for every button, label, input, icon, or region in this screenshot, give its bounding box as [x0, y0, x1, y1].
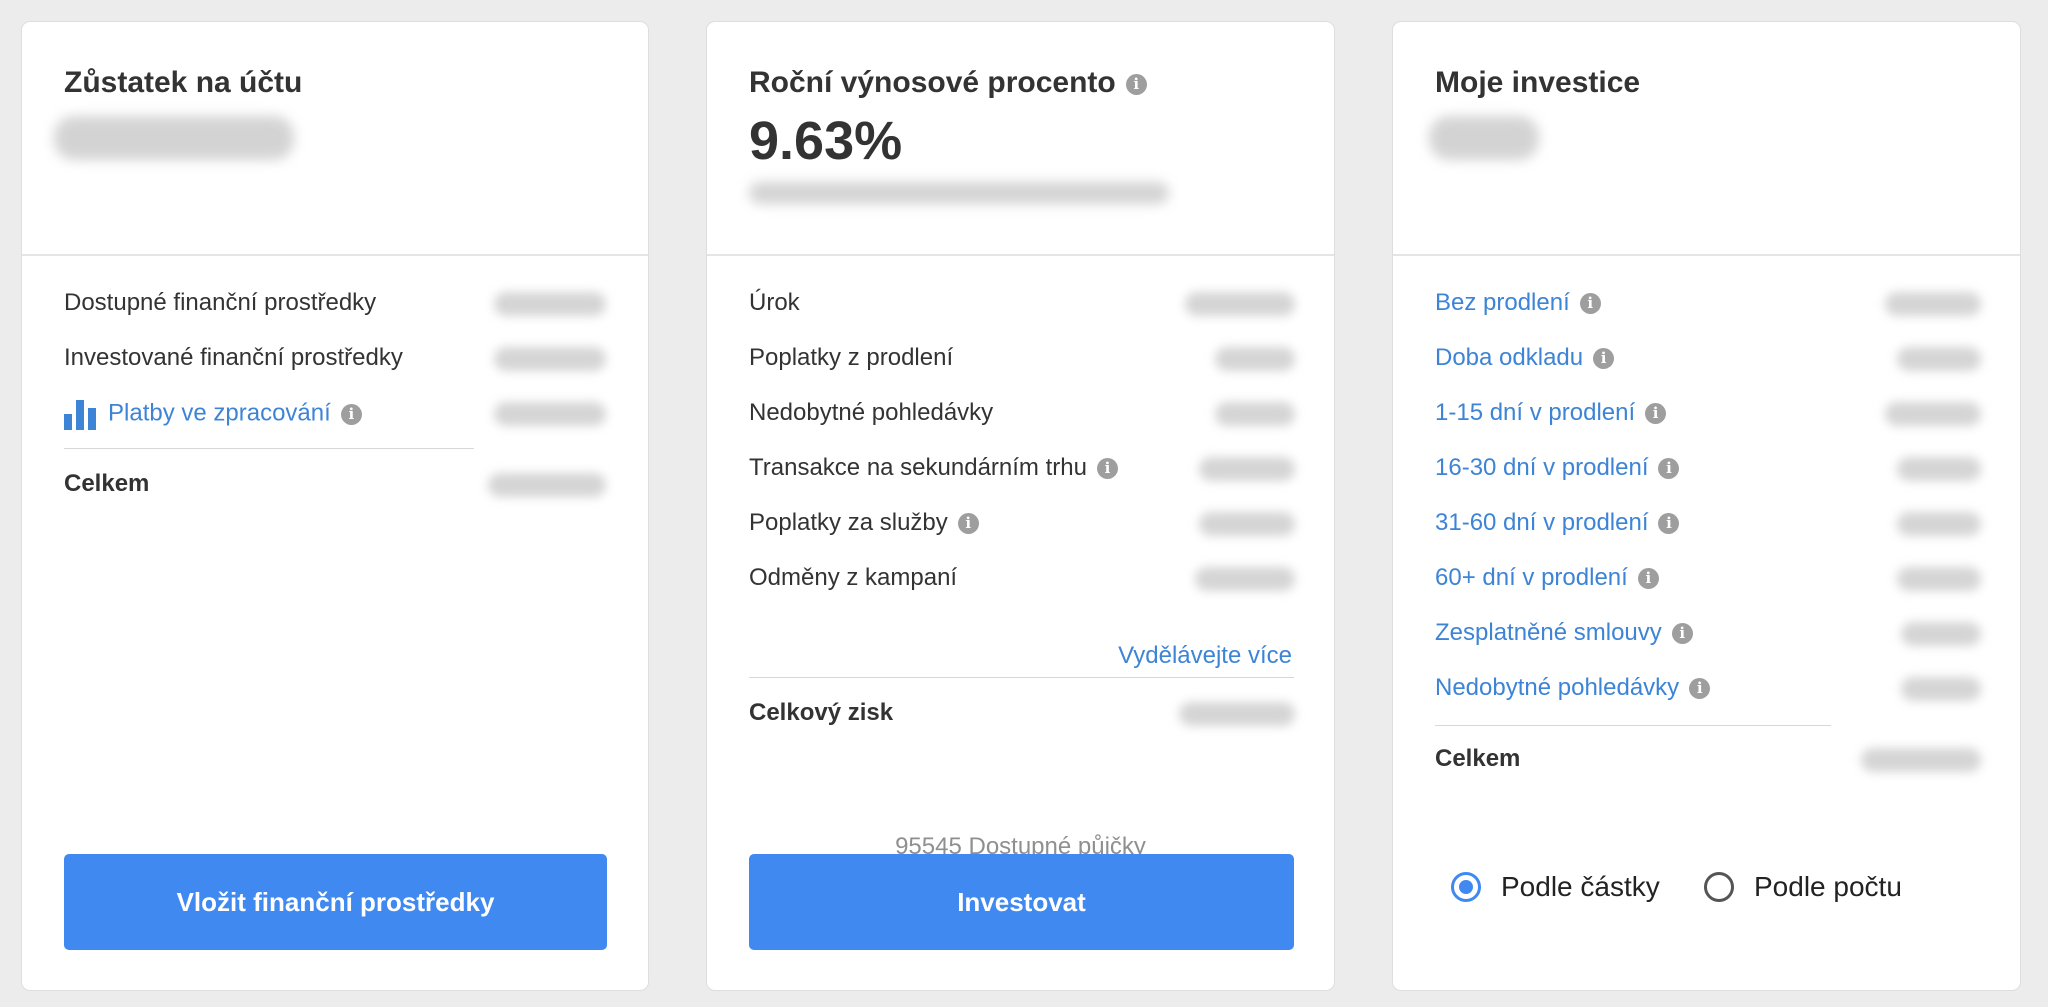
pending-payments-value — [494, 402, 606, 426]
no-delay-value — [1885, 292, 1981, 316]
radio-by-count[interactable]: Podle počtu — [1704, 871, 1902, 903]
investments-card-header: Moje investice — [1393, 22, 2020, 256]
info-icon[interactable]: i — [1645, 403, 1667, 425]
radio-by-amount[interactable]: Podle částky — [1451, 871, 1660, 903]
accelerated-contracts-label: Zesplatněné smlouvy — [1435, 619, 1662, 646]
total-label: Celkem — [64, 470, 150, 497]
available-funds-label: Dostupné finanční prostředky — [64, 289, 377, 316]
campaign-rewards-label: Odměny z kampaní — [749, 564, 958, 591]
delay-16-30-link[interactable]: 16-30 dní v prodlení i — [1435, 453, 1680, 483]
delay-60-plus-link[interactable]: 60+ dní v prodlení i — [1435, 563, 1659, 593]
divider — [64, 448, 474, 449]
balance-title: Zůstatek na účtu — [64, 66, 303, 99]
interest-label: Úrok — [749, 289, 800, 316]
info-icon[interactable]: i — [1689, 678, 1711, 700]
radio-by-count-label: Podle počtu — [1754, 871, 1902, 902]
grace-period-link[interactable]: Doba odkladu i — [1435, 343, 1615, 373]
bad-debt-link[interactable]: Nedobytné pohledávky i — [1435, 673, 1711, 703]
delay-16-30-label: 16-30 dní v prodlení — [1435, 454, 1649, 481]
radio-by-amount-label: Podle částky — [1501, 871, 1660, 902]
service-fees-row: Poplatky za služby i — [749, 508, 979, 538]
total-profit-value — [1179, 702, 1295, 726]
accelerated-contracts-value — [1901, 622, 1981, 646]
yield-title: Roční výnosové procento i — [749, 66, 1147, 100]
delay-1-15-link[interactable]: 1-15 dní v prodlení i — [1435, 398, 1667, 428]
secondary-market-label: Transakce na sekundárním trhu — [749, 454, 1087, 481]
balance-amount-blurred — [54, 116, 294, 160]
grace-period-value — [1897, 347, 1981, 371]
yield-card: Roční výnosové procento i 9.63% Úrok Popl… — [706, 21, 1335, 991]
grace-period-label: Doba odkladu — [1435, 344, 1584, 371]
pending-payments-link[interactable]: Platby ve zpracování i — [64, 398, 362, 430]
yield-percentage: 9.63% — [749, 111, 903, 171]
delay-31-60-label: 31-60 dní v prodlení — [1435, 509, 1649, 536]
invested-funds-label: Investované finanční prostředky — [64, 344, 403, 371]
investments-title: Moje investice — [1435, 66, 1641, 99]
late-fees-value — [1215, 347, 1295, 371]
interest-value — [1185, 292, 1295, 316]
no-delay-label: Bez prodlení — [1435, 289, 1570, 316]
divider — [749, 677, 1294, 678]
yield-title-text: Roční výnosové procento — [749, 66, 1116, 99]
invested-funds-value — [494, 347, 606, 371]
bad-debt-label: Nedobytné pohledávky — [749, 399, 994, 426]
info-icon[interactable]: i — [340, 403, 362, 425]
bad-debt-value — [1215, 402, 1295, 426]
secondary-market-value — [1199, 457, 1295, 481]
radio-unselected-icon[interactable] — [1704, 872, 1734, 902]
balance-card: Zůstatek na účtu Dostupné finanční prost… — [21, 21, 649, 991]
info-icon[interactable]: i — [1671, 623, 1693, 645]
delay-60-plus-value — [1897, 567, 1981, 591]
delay-31-60-value — [1897, 512, 1981, 536]
bad-debt-value — [1901, 677, 1981, 701]
radio-selected-icon[interactable] — [1451, 872, 1481, 902]
investments-amount-blurred — [1429, 116, 1539, 160]
delay-60-plus-label: 60+ dní v prodlení — [1435, 564, 1628, 591]
earn-more-link[interactable]: Vydělávejte více — [1118, 641, 1292, 671]
bad-debt-label: Nedobytné pohledávky — [1435, 674, 1680, 701]
pending-payments-label: Platby ve zpracování — [108, 399, 331, 427]
info-icon[interactable]: i — [1658, 458, 1680, 480]
accelerated-contracts-link[interactable]: Zesplatněné smlouvy i — [1435, 618, 1693, 648]
info-icon[interactable]: i — [1593, 348, 1615, 370]
divider — [1435, 725, 1831, 726]
total-value — [488, 473, 606, 497]
info-icon[interactable]: i — [1096, 458, 1118, 480]
balance-card-header: Zůstatek na účtu — [22, 22, 648, 256]
secondary-market-row: Transakce na sekundárním trhu i — [749, 453, 1118, 483]
campaign-rewards-value — [1195, 567, 1295, 591]
yield-subtext-blurred — [749, 182, 1169, 204]
info-icon[interactable]: i — [957, 513, 979, 535]
deposit-funds-button[interactable]: Vložit finanční prostředky — [64, 854, 607, 950]
info-icon[interactable]: i — [1637, 568, 1659, 590]
yield-card-header: Roční výnosové procento i 9.63% — [707, 22, 1334, 256]
investments-card: Moje investice Bez prodlení i Doba odklad… — [1392, 21, 2021, 991]
total-profit-label: Celkový zisk — [749, 699, 894, 726]
info-icon[interactable]: i — [1658, 513, 1680, 535]
total-label: Celkem — [1435, 745, 1521, 772]
total-value — [1861, 748, 1981, 772]
delay-31-60-link[interactable]: 31-60 dní v prodlení i — [1435, 508, 1680, 538]
bar-chart-icon — [64, 398, 96, 430]
no-delay-link[interactable]: Bez prodlení i — [1435, 288, 1601, 318]
service-fees-value — [1199, 512, 1295, 536]
service-fees-label: Poplatky za služby — [749, 509, 948, 536]
info-icon[interactable]: i — [1125, 73, 1147, 95]
late-fees-label: Poplatky z prodlení — [749, 344, 954, 371]
info-icon[interactable]: i — [1579, 293, 1601, 315]
delay-16-30-value — [1897, 457, 1981, 481]
available-funds-value — [494, 292, 606, 316]
delay-1-15-value — [1885, 402, 1981, 426]
invest-button[interactable]: Investovat — [749, 854, 1294, 950]
delay-1-15-label: 1-15 dní v prodlení — [1435, 399, 1636, 426]
